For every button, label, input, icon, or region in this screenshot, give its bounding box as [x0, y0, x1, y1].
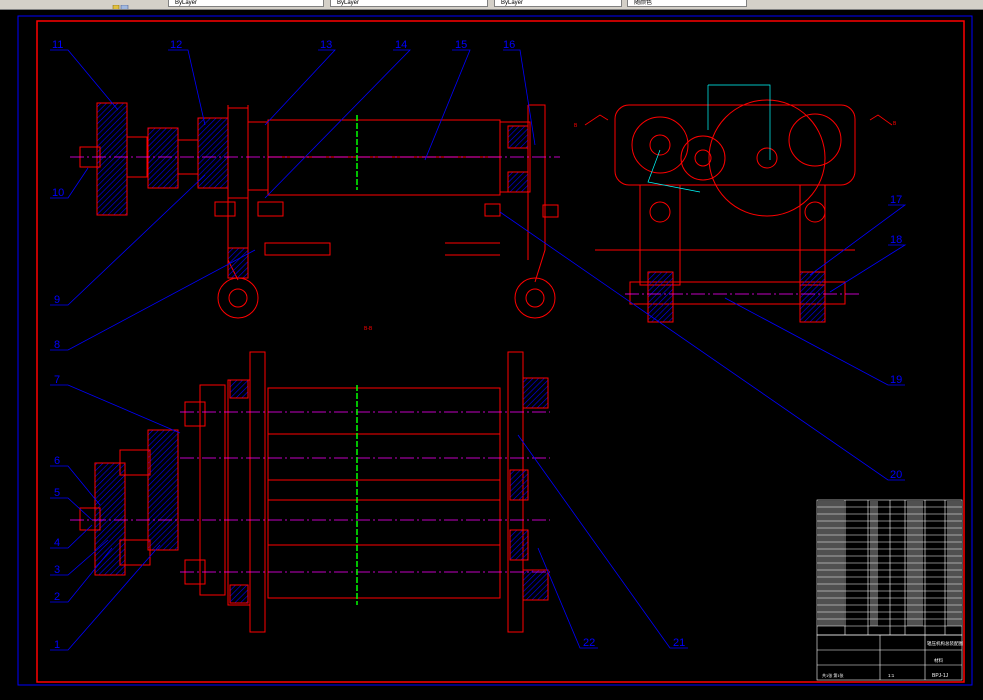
callout-22: 22 — [583, 637, 595, 649]
callout-19: 19 — [890, 374, 902, 386]
callout-2: 2 — [54, 591, 60, 603]
callout-4: 4 — [54, 537, 60, 549]
callout-10: 10 — [52, 187, 64, 199]
drawing-canvas[interactable]: B-B B B 11 12 13 14 15 16 10 9 8 7 6 5 4… — [0, 10, 983, 695]
callout-17: 17 — [890, 194, 902, 206]
front-view-centerlines — [70, 411, 550, 573]
callout-11: 11 — [52, 39, 63, 51]
callout-13: 13 — [320, 39, 332, 51]
section-label-b-right: B — [893, 121, 897, 127]
callout-15: 15 — [455, 39, 467, 51]
toolbar: ByLayer ByLayer ByLayer 随颜色 — [0, 0, 983, 10]
callout-8: 8 — [54, 339, 60, 351]
callout-3: 3 — [54, 564, 60, 576]
title-block-sheet: 共1张 第1张 — [822, 672, 844, 678]
section-arrow-right — [869, 114, 893, 126]
lineweight-control[interactable]: ByLayer — [494, 0, 622, 7]
section-label-top: B-B — [364, 326, 373, 332]
callout-21: 21 — [673, 637, 685, 649]
plotstyle-control[interactable]: 随颜色 — [627, 0, 747, 7]
cad-drawing: B-B B B 11 12 13 14 15 16 10 9 8 7 6 5 4… — [17, 15, 973, 686]
title-block-drawing-no: BPJ-1J — [932, 673, 949, 679]
side-view-angle — [647, 149, 701, 193]
callout-16: 16 — [503, 39, 515, 51]
callout-9: 9 — [54, 294, 60, 306]
section-label-b-left: B — [574, 123, 578, 129]
side-view-dimension — [708, 84, 771, 160]
callout-6: 6 — [54, 455, 60, 467]
callout-7: 7 — [54, 374, 60, 386]
callout-18: 18 — [890, 234, 902, 246]
parts-list-text — [818, 501, 961, 626]
side-view — [595, 99, 856, 323]
title-block-title: 辊压机构总装配图 — [927, 640, 963, 647]
callout-14: 14 — [395, 39, 407, 51]
title-block-scale: 1:1 — [888, 673, 895, 678]
callout-1: 1 — [54, 639, 60, 651]
callout-20: 20 — [890, 469, 902, 481]
callout-numbers: 11 12 13 14 15 16 10 9 8 7 6 5 4 3 2 1 1… — [52, 39, 902, 651]
title-block-material: 材料 — [934, 657, 943, 664]
layer-tool-icon[interactable] — [112, 0, 130, 9]
linetype-control[interactable]: ByLayer — [330, 0, 488, 7]
top-view — [79, 102, 559, 319]
callout-5: 5 — [54, 487, 60, 499]
front-view — [79, 351, 549, 633]
color-control[interactable]: ByLayer — [168, 0, 324, 7]
callout-12: 12 — [170, 39, 182, 51]
section-arrow-left — [584, 114, 609, 126]
